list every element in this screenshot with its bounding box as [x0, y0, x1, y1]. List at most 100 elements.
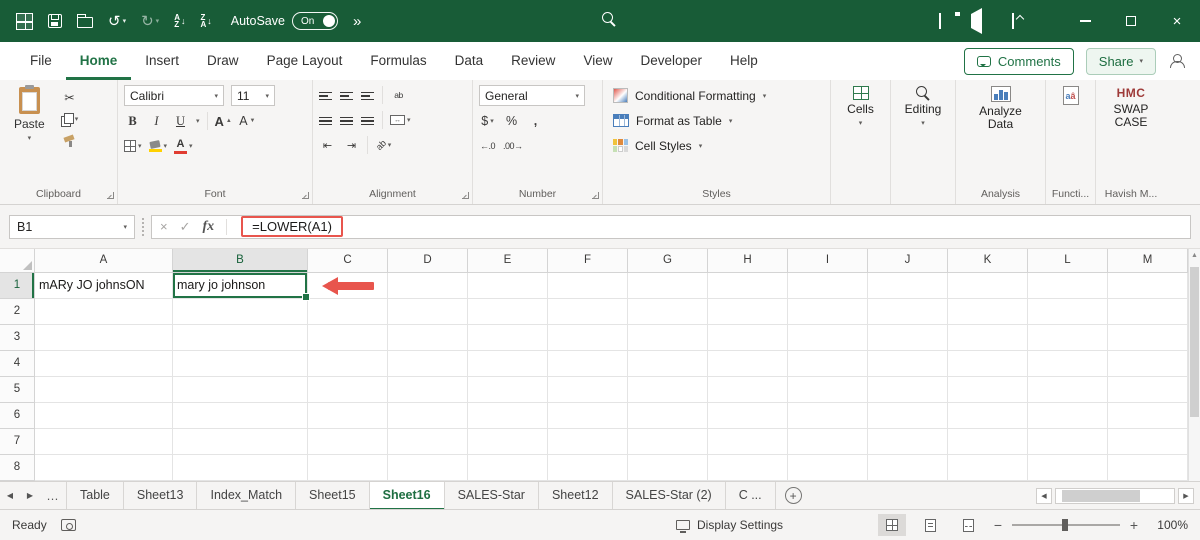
horizontal-scrollbar-track[interactable] [1055, 487, 1175, 504]
cell-D6[interactable] [388, 403, 468, 429]
cell-A7[interactable] [35, 429, 173, 455]
normal-view-button[interactable] [878, 514, 906, 536]
redo-button[interactable]: ↻ ▾ [141, 14, 159, 29]
underline-options-chevron[interactable]: ▾ [196, 117, 200, 125]
cell-E8[interactable] [468, 455, 548, 481]
align-middle-button[interactable] [340, 89, 354, 101]
select-all-corner[interactable] [0, 249, 35, 273]
row-header-5[interactable]: 5 [0, 377, 35, 403]
cell-C6[interactable] [308, 403, 388, 429]
cell-K8[interactable] [948, 455, 1028, 481]
cell-M3[interactable] [1108, 325, 1188, 351]
cell-K2[interactable] [948, 299, 1028, 325]
align-left-button[interactable] [319, 114, 333, 126]
underline-button[interactable]: U [172, 111, 189, 131]
zoom-out-button[interactable]: − [992, 517, 1004, 533]
cell-D1[interactable] [388, 273, 468, 299]
cell-I2[interactable] [788, 299, 868, 325]
cell-E6[interactable] [468, 403, 548, 429]
cell-B2[interactable] [173, 299, 308, 325]
cell-K5[interactable] [948, 377, 1028, 403]
sheet-tab-c[interactable]: C ... [726, 482, 776, 510]
comments-button[interactable]: Comments [963, 47, 1074, 75]
people-icon[interactable] [1168, 54, 1185, 68]
format-painter-button[interactable] [61, 131, 79, 151]
cells-button[interactable]: Cells ▾ [831, 80, 890, 187]
sort-ascending-button[interactable]: AZ ↓ [174, 14, 185, 29]
cell-E4[interactable] [468, 351, 548, 377]
cell-E3[interactable] [468, 325, 548, 351]
cell-C7[interactable] [308, 429, 388, 455]
ribbon-tab-insert[interactable]: Insert [131, 42, 193, 80]
cell-B8[interactable] [173, 455, 308, 481]
row-header-4[interactable]: 4 [0, 351, 35, 377]
swap-case-button[interactable]: HMC SWAP CASE [1096, 80, 1166, 187]
row-header-8[interactable]: 8 [0, 455, 35, 481]
cell-G5[interactable] [628, 377, 708, 403]
cell-F5[interactable] [548, 377, 628, 403]
cell-K4[interactable] [948, 351, 1028, 377]
cell-A2[interactable] [35, 299, 173, 325]
column-header-G[interactable]: G [628, 249, 708, 273]
cell-B5[interactable] [173, 377, 308, 403]
formula-input[interactable]: × ✓ fx =LOWER(A1) [151, 214, 1191, 239]
ribbon-display-options-button[interactable] [1012, 13, 1014, 29]
cell-F1[interactable] [548, 273, 628, 299]
cell-G4[interactable] [628, 351, 708, 377]
enter-formula-button[interactable]: ✓ [180, 219, 191, 235]
cell-F3[interactable] [548, 325, 628, 351]
conditional-formatting-button[interactable]: Conditional Formatting ▾ [609, 83, 824, 108]
cell-F8[interactable] [548, 455, 628, 481]
minimize-button[interactable] [1062, 0, 1108, 42]
analyze-data-button[interactable]: Analyze Data [956, 80, 1045, 187]
row-header-6[interactable]: 6 [0, 403, 35, 429]
scroll-left-button[interactable]: ◀ [1036, 487, 1052, 504]
merge-center-button[interactable]: ↔ ▾ [390, 110, 411, 130]
cell-K7[interactable] [948, 429, 1028, 455]
vertical-scrollbar[interactable]: ▲ [1188, 249, 1200, 481]
cell-A8[interactable] [35, 455, 173, 481]
cell-L5[interactable] [1028, 377, 1108, 403]
share-button[interactable]: Share ▾ [1085, 47, 1156, 75]
vertical-scrollbar-thumb[interactable] [1190, 267, 1199, 417]
cell-H1[interactable] [708, 273, 788, 299]
decrease-decimal-button[interactable]: .00→ [503, 136, 523, 156]
cell-K1[interactable] [948, 273, 1028, 299]
column-header-D[interactable]: D [388, 249, 468, 273]
cell-C8[interactable] [308, 455, 388, 481]
increase-decimal-button[interactable]: ←.0 [479, 136, 496, 156]
cancel-formula-button[interactable]: × [160, 219, 168, 234]
cell-D8[interactable] [388, 455, 468, 481]
decrease-indent-button[interactable]: ⇤ [319, 135, 336, 155]
cell-H6[interactable] [708, 403, 788, 429]
increase-indent-button[interactable]: ⇥ [343, 135, 360, 155]
cell-G7[interactable] [628, 429, 708, 455]
cell-I1[interactable] [788, 273, 868, 299]
font-size-select[interactable]: 11 ▾ [231, 85, 275, 106]
sheet-tab-sheet16[interactable]: Sheet16 [369, 482, 445, 510]
cell-E5[interactable] [468, 377, 548, 403]
cell-L6[interactable] [1028, 403, 1108, 429]
cell-J8[interactable] [868, 455, 948, 481]
number-dialog-launcher[interactable] [592, 192, 599, 199]
zoom-level[interactable]: 100% [1150, 518, 1188, 532]
format-as-table-button[interactable]: Format as Table ▾ [609, 108, 824, 133]
sheet-tab-sheet12[interactable]: Sheet12 [539, 482, 613, 510]
cell-A6[interactable] [35, 403, 173, 429]
row-header-7[interactable]: 7 [0, 429, 35, 455]
bold-button[interactable]: B [124, 111, 141, 131]
orientation-button[interactable]: ab ▾ [374, 135, 392, 155]
page-break-view-button[interactable] [954, 514, 982, 536]
cell-M6[interactable] [1108, 403, 1188, 429]
maximize-button[interactable] [1108, 0, 1154, 42]
align-bottom-button[interactable] [361, 89, 375, 101]
align-right-button[interactable] [361, 114, 375, 126]
cell-F7[interactable] [548, 429, 628, 455]
increase-font-size-button[interactable]: A ▲ [215, 111, 232, 131]
wrap-text-button[interactable]: ab [390, 85, 407, 105]
open-button[interactable] [77, 14, 93, 28]
cell-I7[interactable] [788, 429, 868, 455]
cell-M8[interactable] [1108, 455, 1188, 481]
ribbon-tab-review[interactable]: Review [497, 42, 569, 80]
cell-H8[interactable] [708, 455, 788, 481]
